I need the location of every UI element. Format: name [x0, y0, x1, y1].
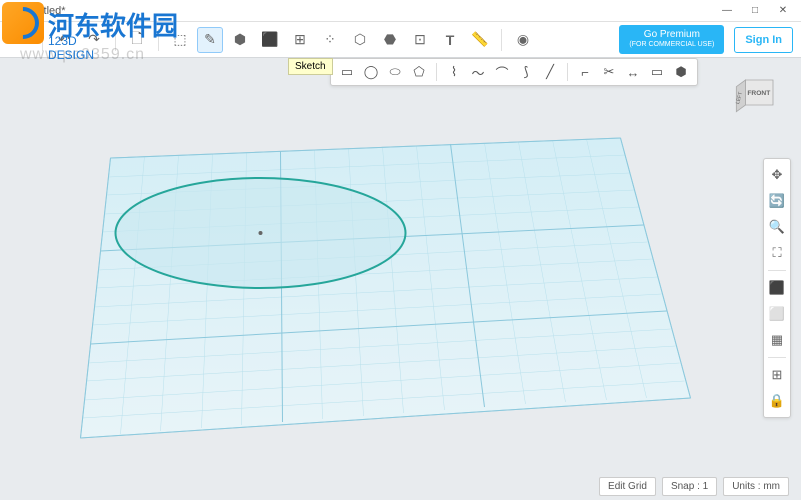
material-button[interactable]: ◉ — [510, 27, 536, 53]
app-menu-button[interactable]: ≡ — [8, 27, 34, 53]
combine-button[interactable]: ⬣ — [377, 27, 403, 53]
close-button[interactable]: ✕ — [769, 1, 797, 21]
viewport-3d[interactable]: FRONT LEFT ✥ 🔄 🔍 ⛶ ⬛ ⬜ ▦ ⊞ 🔒 — [0, 58, 801, 478]
viewcube[interactable]: FRONT LEFT — [733, 70, 783, 120]
trim-tool[interactable]: ✂ — [599, 62, 619, 82]
rectangle-tool[interactable]: ▭ — [337, 62, 357, 82]
grouping-button[interactable]: ⬡ — [347, 27, 373, 53]
lock-button[interactable]: 🔒 — [765, 389, 789, 413]
grid-plane — [0, 58, 801, 478]
project-tool[interactable]: ⬢ — [671, 62, 691, 82]
navigation-panel: ✥ 🔄 🔍 ⛶ ⬛ ⬜ ▦ ⊞ 🔒 — [763, 158, 791, 418]
spline-tool[interactable]: 〜 — [468, 62, 488, 82]
pattern-button[interactable]: ⁘ — [317, 27, 343, 53]
polygon-tool[interactable]: ⬠ — [409, 62, 429, 82]
viewcube-front: FRONT — [747, 90, 770, 97]
text-button[interactable]: T — [437, 27, 463, 53]
pan-button[interactable]: ✥ — [765, 163, 789, 187]
titlebar: Untitled* — □ ✕ — [0, 0, 801, 22]
fillet-tool[interactable]: ⌐ — [575, 62, 595, 82]
transform-button[interactable]: ⬚ — [167, 27, 193, 53]
go-premium-button[interactable]: Go Premium (FOR COMMERCIAL USE) — [619, 25, 724, 53]
redo-button[interactable]: ↷ — [81, 27, 107, 53]
minimize-button[interactable]: — — [713, 1, 741, 21]
primitive-button[interactable]: ⬢ — [227, 27, 253, 53]
modify-button[interactable]: ⊞ — [287, 27, 313, 53]
fit-button[interactable]: ⛶ — [765, 241, 789, 265]
edit-grid-button[interactable]: Edit Grid — [599, 477, 656, 496]
grid-toggle-button[interactable]: ⊞ — [765, 363, 789, 387]
snap-button[interactable]: ⊡ — [407, 27, 433, 53]
arc3p-tool[interactable]: ⟆ — [516, 62, 536, 82]
construct-button[interactable]: ⬛ — [257, 27, 283, 53]
circle-tool[interactable]: ◯ — [361, 62, 381, 82]
main-toolbar: ≡ ↶ ↷ 🗋 ⬚ ✎ ⬢ ⬛ ⊞ ⁘ ⬡ ⬣ ⊡ T 📏 ◉ Go Premi… — [0, 22, 801, 58]
maximize-button[interactable]: □ — [741, 1, 769, 21]
shaded-button[interactable]: ⬛ — [765, 276, 789, 300]
new-button[interactable]: 🗋 — [124, 27, 150, 53]
outline-button[interactable]: ▦ — [765, 328, 789, 352]
sign-in-button[interactable]: Sign In — [734, 27, 793, 53]
zoom-button[interactable]: 🔍 — [765, 215, 789, 239]
window-title: Untitled* — [24, 5, 713, 17]
go-premium-sublabel: (FOR COMMERCIAL USE) — [629, 41, 714, 49]
units-control[interactable]: Units : mm — [723, 477, 789, 496]
offset-tool[interactable]: ▭ — [647, 62, 667, 82]
measure-button[interactable]: 📏 — [467, 27, 493, 53]
wireframe-button[interactable]: ⬜ — [765, 302, 789, 326]
sketch-button[interactable]: ✎ — [197, 27, 223, 53]
sketch-tooltip: Sketch — [288, 58, 333, 75]
orbit-button[interactable]: 🔄 — [765, 189, 789, 213]
arc2p-tool[interactable]: ⌒ — [492, 62, 512, 82]
undo-button[interactable]: ↶ — [51, 27, 77, 53]
sketch-subtoolbar: ▭ ◯ ⬭ ⬠ ⌇ 〜 ⌒ ⟆ ╱ ⌐ ✂ ↔ ▭ ⬢ — [330, 58, 698, 86]
polyline-tool[interactable]: ⌇ — [444, 62, 464, 82]
line-tool[interactable]: ╱ — [540, 62, 560, 82]
ellipse-tool[interactable]: ⬭ — [385, 62, 405, 82]
extend-tool[interactable]: ↔ — [623, 62, 643, 82]
snap-control[interactable]: Snap : 1 — [662, 477, 717, 496]
status-bar: Edit Grid Snap : 1 Units : mm — [599, 477, 789, 496]
go-premium-label: Go Premium — [644, 29, 700, 40]
app-icon — [4, 4, 18, 18]
